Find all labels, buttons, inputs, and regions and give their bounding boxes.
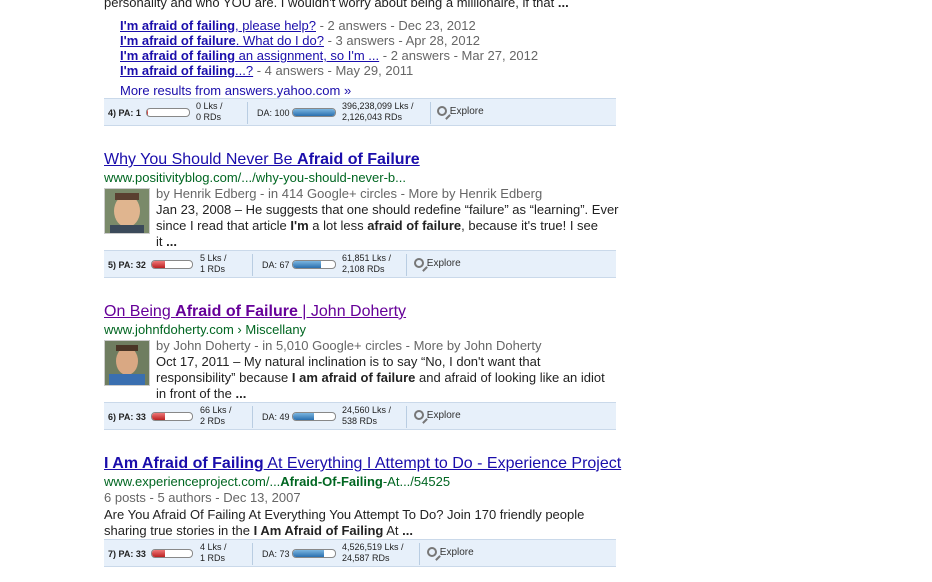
more-results-link[interactable]: More results from answers.yahoo.com » <box>120 83 351 98</box>
result-snippet-line: since I read that article I'm a lot less… <box>156 218 599 233</box>
result-title-link[interactable]: On Being Afraid of Failure | John Dohert… <box>104 303 406 321</box>
result-title-link[interactable]: I Am Afraid of Failing At Everything I A… <box>104 455 621 473</box>
magnifier-icon <box>427 547 437 558</box>
avatar-image <box>105 341 149 385</box>
avatar-image <box>105 189 149 233</box>
pa-label: 6) PA: 33 <box>108 412 146 422</box>
result-posts-meta: 6 posts - 5 authors - Dec 13, 2007 <box>104 490 301 505</box>
domain-links: 24,560 Lks /538 RDs <box>342 405 392 426</box>
magnifier-icon <box>414 410 424 421</box>
answer-item[interactable]: I'm afraid of failing an assignment, so … <box>120 48 538 63</box>
da-label: DA: 100 <box>257 108 290 118</box>
pa-bar <box>151 549 193 558</box>
page-links: 4 Lks /1 RDs <box>200 542 227 563</box>
domain-links: 396,238,099 Lks /2,126,043 RDs <box>342 101 414 122</box>
pa-label: 5) PA: 32 <box>108 260 146 270</box>
da-bar <box>292 108 336 117</box>
page-links: 0 Lks /0 RDs <box>196 101 223 122</box>
explore-button[interactable]: Explore <box>414 258 461 269</box>
result-snippet-line: Jan 23, 2008 – He suggests that one shou… <box>156 202 619 217</box>
answer-link[interactable]: I'm afraid of failing, please help? <box>120 18 316 33</box>
answer-item[interactable]: I'm afraid of failing, please help? - 2 … <box>120 18 476 33</box>
result-snippet-line: responsibility” because I am afraid of f… <box>156 370 605 385</box>
magnifier-icon <box>414 258 424 269</box>
pa-label: 7) PA: 33 <box>108 549 146 559</box>
seo-toolbar: 7) PA: 33 4 Lks /1 RDs DA: 73 4,526,519 … <box>104 539 616 567</box>
domain-links: 61,851 Lks /2,108 RDs <box>342 253 392 274</box>
result-url: www.johnfdoherty.com › Miscellany <box>104 322 307 337</box>
pa-bar <box>146 108 190 117</box>
seo-toolbar: 4) PA: 1 0 Lks /0 RDs DA: 100 396,238,09… <box>104 98 616 126</box>
answer-link[interactable]: I'm afraid of failing an assignment, so … <box>120 48 379 63</box>
seo-toolbar: 6) PA: 33 66 Lks /2 RDs DA: 49 24,560 Lk… <box>104 402 616 430</box>
seo-toolbar: 5) PA: 32 5 Lks /1 RDs DA: 67 61,851 Lks… <box>104 250 616 278</box>
result-snippet-line: it ... <box>156 234 177 249</box>
answer-item[interactable]: I'm afraid of failure. What do I do? - 3… <box>120 33 480 48</box>
da-bar <box>292 412 336 421</box>
domain-links: 4,526,519 Lks /24,587 RDs <box>342 542 404 563</box>
result-url: www.experienceproject.com/...Afraid-Of-F… <box>104 474 451 489</box>
da-label: DA: 67 <box>262 260 290 270</box>
magnifier-icon <box>437 106 447 117</box>
result-snippet-line: in front of the ... <box>156 386 247 401</box>
da-label: DA: 73 <box>262 549 290 559</box>
answer-link[interactable]: I'm afraid of failing...? <box>120 63 253 78</box>
da-label: DA: 49 <box>262 412 290 422</box>
result-title-link[interactable]: Why You Should Never Be Afraid of Failur… <box>104 151 420 169</box>
explore-button[interactable]: Explore <box>414 410 461 421</box>
answer-item[interactable]: I'm afraid of failing...? - 4 answers - … <box>120 63 413 78</box>
author-line: by John Doherty - in 5,010 Google+ circl… <box>156 338 542 353</box>
result-snippet-line: Oct 17, 2011 – My natural inclination is… <box>156 354 541 369</box>
explore-button[interactable]: Explore <box>427 547 474 558</box>
da-bar <box>292 260 336 269</box>
author-avatar[interactable] <box>104 188 150 234</box>
pa-bar <box>151 260 193 269</box>
page-links: 66 Lks /2 RDs <box>200 405 232 426</box>
da-bar <box>292 549 336 558</box>
author-avatar[interactable] <box>104 340 150 386</box>
result-snippet-line: Are You Afraid Of Failing At Everything … <box>104 507 585 522</box>
top-snippet: personality and who YOU are. I wouldn't … <box>104 0 569 10</box>
result-snippet-line: sharing true stories in the I Am Afraid … <box>104 523 413 538</box>
result-url: www.positivityblog.com/.../why-you-shoul… <box>104 170 407 185</box>
pa-bar <box>151 412 193 421</box>
page-links: 5 Lks /1 RDs <box>200 253 227 274</box>
answer-link[interactable]: I'm afraid of failure. What do I do? <box>120 33 324 48</box>
pa-label: 4) PA: 1 <box>108 108 141 118</box>
author-line: by Henrik Edberg - in 414 Google+ circle… <box>156 186 543 201</box>
explore-button[interactable]: Explore <box>437 106 484 117</box>
